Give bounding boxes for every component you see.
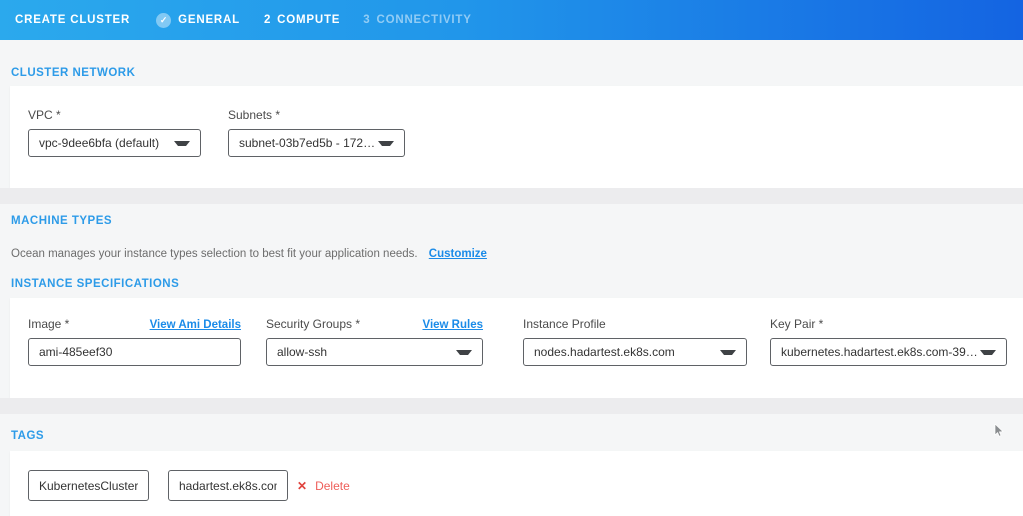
delete-tag-button[interactable]: ✕ Delete: [297, 470, 350, 501]
key-pair-label: Key Pair *: [770, 318, 823, 330]
mouse-pointer-icon: [994, 424, 1004, 437]
cluster-network-heading: CLUSTER NETWORK: [0, 66, 1023, 80]
key-pair-dropdown[interactable]: kubernetes.hadartest.ek8s.com-39:84:a5:9…: [770, 338, 1007, 366]
security-groups-selected-value: allow-ssh: [277, 345, 327, 359]
instance-profile-selected-value: nodes.hadartest.ek8s.com: [534, 345, 675, 359]
security-groups-field-group: Security Groups * View Rules allow-ssh: [266, 318, 483, 398]
key-pair-selected-value: kubernetes.hadartest.ek8s.com-39:84:a5:9…: [781, 345, 980, 359]
instance-specifications-card: Image * View Ami Details Security Groups…: [10, 298, 1023, 398]
machine-types-description: Ocean manages your instance types select…: [0, 249, 1023, 260]
tab-general[interactable]: ✓ GENERAL: [156, 13, 240, 28]
customize-link[interactable]: Customize: [429, 248, 487, 260]
wizard-header: CREATE CLUSTER ✓ GENERAL 2 COMPUTE 3 CON…: [0, 0, 1023, 40]
subnets-label: Subnets *: [228, 109, 280, 121]
vpc-selected-value: vpc-9dee6bfa (default): [39, 136, 159, 150]
delete-tag-label: Delete: [315, 479, 350, 493]
chevron-down-icon: [980, 350, 996, 355]
tab-connectivity-number: 3: [363, 14, 370, 26]
image-label: Image *: [28, 318, 69, 330]
view-ami-details-link[interactable]: View Ami Details: [150, 319, 241, 331]
subnets-dropdown[interactable]: subnet-03b7ed5b - 172.31.0.0/20 ...: [228, 129, 405, 157]
section-divider: [0, 188, 1023, 204]
subnets-field-group: Subnets * subnet-03b7ed5b - 172.31.0.0/2…: [228, 109, 405, 188]
instance-profile-label: Instance Profile: [523, 318, 606, 330]
tab-general-label: GENERAL: [178, 14, 240, 26]
tab-compute-label: COMPUTE: [277, 14, 340, 26]
section-divider: [0, 398, 1023, 414]
vpc-field-group: VPC * vpc-9dee6bfa (default): [28, 109, 201, 188]
tags-heading: TAGS: [0, 429, 1023, 443]
view-rules-link[interactable]: View Rules: [422, 319, 483, 331]
image-input[interactable]: [28, 338, 241, 366]
vpc-label: VPC *: [28, 109, 61, 121]
chevron-down-icon: [174, 141, 190, 146]
security-groups-dropdown[interactable]: allow-ssh: [266, 338, 483, 366]
chevron-down-icon: [456, 350, 472, 355]
check-circle-icon: ✓: [156, 13, 171, 28]
instance-profile-field-group: Instance Profile nodes.hadartest.ek8s.co…: [523, 318, 747, 398]
tag-row-value: [168, 470, 288, 501]
machine-types-description-text: Ocean manages your instance types select…: [11, 248, 418, 260]
tab-connectivity[interactable]: 3 CONNECTIVITY: [363, 14, 471, 26]
instance-profile-dropdown[interactable]: nodes.hadartest.ek8s.com: [523, 338, 747, 366]
tags-card: ✕ Delete: [10, 451, 1023, 516]
subnets-selected-value: subnet-03b7ed5b - 172.31.0.0/20 ...: [239, 136, 378, 150]
machine-types-heading: MACHINE TYPES: [0, 214, 1023, 228]
tag-key-input[interactable]: [28, 470, 149, 501]
chevron-down-icon: [378, 141, 394, 146]
key-pair-field-group: Key Pair * kubernetes.hadartest.ek8s.com…: [770, 318, 1007, 398]
vpc-dropdown[interactable]: vpc-9dee6bfa (default): [28, 129, 201, 157]
create-cluster-page: CREATE CLUSTER ✓ GENERAL 2 COMPUTE 3 CON…: [0, 0, 1023, 516]
image-field-group: Image * View Ami Details: [28, 318, 241, 398]
wizard-title: CREATE CLUSTER: [15, 14, 130, 26]
chevron-down-icon: [720, 350, 736, 355]
tag-row-key: [28, 470, 149, 501]
instance-specifications-heading: INSTANCE SPECIFICATIONS: [0, 277, 1023, 291]
security-groups-label: Security Groups *: [266, 318, 360, 330]
cluster-network-card: VPC * vpc-9dee6bfa (default) Subnets * s…: [10, 86, 1023, 188]
delete-x-icon: ✕: [297, 480, 307, 492]
tab-compute[interactable]: 2 COMPUTE: [264, 14, 340, 26]
tab-compute-number: 2: [264, 14, 271, 26]
tab-connectivity-label: CONNECTIVITY: [376, 14, 471, 26]
tag-value-input[interactable]: [168, 470, 288, 501]
